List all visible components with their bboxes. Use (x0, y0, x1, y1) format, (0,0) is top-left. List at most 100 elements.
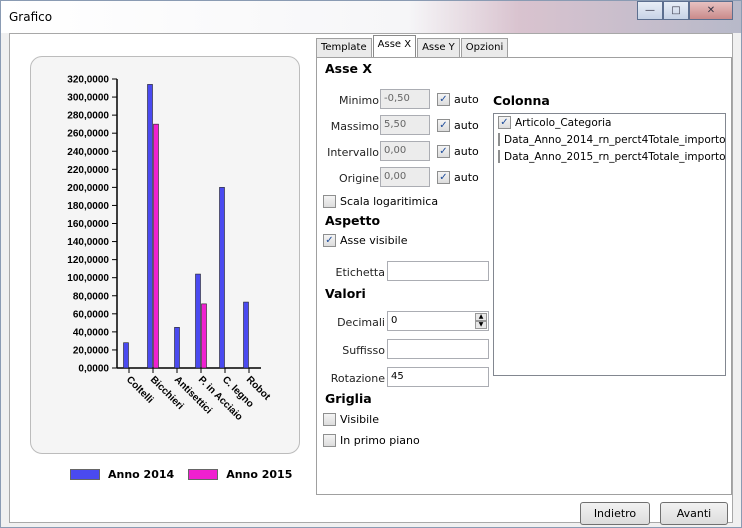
griglia-heading: Griglia (325, 391, 372, 406)
tab-template[interactable]: Template (316, 38, 372, 57)
list-item[interactable]: Data_Anno_2014_rn_perct4Totale_importo (494, 131, 726, 148)
colonna-item-label: Data_Anno_2014_rn_perct4Totale_importo (504, 133, 726, 146)
legend-swatch-2015 (188, 469, 219, 480)
auto-label: auto (454, 119, 479, 132)
indietro-button[interactable]: Indietro (580, 502, 650, 525)
chart-dialog: Grafico — □ ✕ 320,0000 300,0000 280,0000 26… (0, 0, 742, 528)
y-tick-label: 0,0000 (78, 364, 109, 375)
colonna-list: Articolo_Categoria Data_Anno_2014_rn_per… (493, 113, 726, 376)
bar (201, 303, 207, 369)
dialog-body: 320,0000 300,0000 280,0000 260,0000 240,0000… (9, 33, 733, 525)
bar (243, 301, 249, 369)
asse-heading: Asse X (325, 61, 373, 76)
auto-label: auto (454, 93, 479, 106)
y-tick-label: 280,0000 (67, 111, 109, 122)
massimo-field[interactable]: 5,50 (380, 115, 430, 135)
checkbox-icon (437, 171, 450, 184)
scala-logaritmica-checkbox[interactable]: Scala logaritimica (323, 195, 438, 208)
minimo-label: Minimo (338, 94, 379, 107)
minimo-field[interactable]: -0,50 (380, 89, 430, 109)
y-tick-label: 300,0000 (67, 93, 109, 104)
checkbox-icon (437, 119, 450, 132)
in-primo-piano-checkbox[interactable]: In primo piano (323, 434, 420, 447)
bar (153, 123, 159, 369)
chart-legend: Anno 2014 Anno 2015 (70, 468, 292, 481)
colonna-item-label: Articolo_Categoria (515, 116, 612, 129)
checkbox-icon (437, 145, 450, 158)
window-title: Grafico (9, 10, 53, 24)
asse-visibile-label: Asse visibile (340, 234, 408, 247)
checkbox-icon (323, 195, 336, 208)
massimo-auto-checkbox[interactable]: auto (437, 119, 479, 132)
etichetta-field[interactable] (387, 261, 489, 281)
checkbox-icon (498, 116, 511, 129)
asse-visibile-checkbox[interactable]: Asse visibile (323, 234, 407, 247)
chart-preview-pane: 320,0000 300,0000 280,0000 260,0000 240,0000… (10, 34, 315, 522)
tab-opzioni[interactable]: Opzioni (460, 38, 509, 57)
chart-preview: 320,0000 300,0000 280,0000 260,0000 240,0000… (30, 56, 300, 454)
rotazione-field[interactable]: 45 (387, 367, 489, 387)
y-tick-label: 40,0000 (73, 327, 110, 338)
minimo-auto-checkbox[interactable]: auto (437, 93, 479, 106)
y-tick-label: 100,0000 (67, 273, 109, 284)
bar (195, 273, 201, 369)
colonna-heading: Colonna (493, 93, 550, 108)
close-icon[interactable]: ✕ (689, 1, 733, 20)
y-tick-label: 160,0000 (67, 219, 109, 230)
decimali-stepper[interactable]: 0 ▲ ▼ (387, 311, 489, 331)
in-primo-piano-label: In primo piano (340, 434, 420, 447)
suffisso-label: Suffisso (342, 344, 385, 357)
checkbox-icon (323, 234, 336, 247)
y-tick-label: 140,0000 (67, 237, 109, 248)
bar (174, 327, 180, 369)
origine-field[interactable]: 0,00 (380, 167, 430, 187)
checkbox-icon (323, 413, 336, 426)
y-tick-label: 320,0000 (67, 75, 109, 86)
etichetta-label: Etichetta (335, 266, 385, 279)
tab-bar: Template Asse X Asse Y Opzioni (316, 35, 509, 57)
legend-label-2014: Anno 2014 (108, 468, 175, 481)
checkbox-icon (437, 93, 450, 106)
checkbox-icon (498, 133, 500, 146)
massimo-label: Massimo (330, 120, 379, 133)
decimali-label: Decimali (337, 316, 385, 329)
bar-chart: 320,0000 300,0000 280,0000 260,0000 240,0000… (67, 75, 272, 424)
legend-label-2015: Anno 2015 (226, 468, 293, 481)
title-bar: Grafico — □ ✕ (1, 1, 741, 33)
settings-pane: Template Asse X Asse Y Opzioni Asse X Mi… (316, 35, 732, 496)
asse-x-panel: Asse X Minimo -0,50 auto Massimo 5,50 au… (316, 57, 732, 495)
intervallo-field[interactable]: 0,00 (380, 141, 430, 161)
window-controls: — □ ✕ (637, 1, 733, 21)
bar (147, 84, 153, 369)
decimali-spinner[interactable]: ▲ ▼ (475, 313, 487, 329)
legend-swatch-2014 (70, 469, 100, 480)
checkbox-icon (498, 150, 500, 163)
list-item[interactable]: Data_Anno_2015_rn_perct4Totale_importo (494, 148, 726, 165)
scala-label: Scala logaritimica (340, 195, 439, 208)
y-tick-label: 180,0000 (67, 201, 109, 212)
origine-auto-checkbox[interactable]: auto (437, 171, 479, 184)
bar (123, 342, 129, 369)
y-tick-label: 200,0000 (67, 183, 109, 194)
griglia-visibile-label: Visibile (340, 413, 379, 426)
minimize-icon[interactable]: — (637, 1, 663, 20)
griglia-visibile-checkbox[interactable]: Visibile (323, 413, 379, 426)
intervallo-auto-checkbox[interactable]: auto (437, 145, 479, 158)
bar (219, 187, 225, 369)
maximize-icon[interactable]: □ (663, 1, 689, 20)
auto-label: auto (454, 145, 479, 158)
suffisso-field[interactable] (387, 339, 489, 359)
y-tick-label: 260,0000 (67, 129, 109, 140)
y-tick-label: 240,0000 (67, 147, 109, 158)
tab-asse-y[interactable]: Asse Y (417, 38, 460, 57)
avanti-button[interactable]: Avanti (660, 502, 728, 525)
spin-down-icon[interactable]: ▼ (475, 321, 487, 329)
tab-asse-x[interactable]: Asse X (372, 35, 417, 57)
auto-label: auto (454, 171, 479, 184)
spin-up-icon[interactable]: ▲ (475, 313, 487, 321)
valori-heading: Valori (325, 286, 366, 301)
list-item[interactable]: Articolo_Categoria (494, 114, 725, 131)
colonna-item-label: Data_Anno_2015_rn_perct4Totale_importo (504, 150, 726, 163)
aspetto-heading: Aspetto (325, 213, 381, 228)
decimali-value: 0 (391, 315, 398, 326)
